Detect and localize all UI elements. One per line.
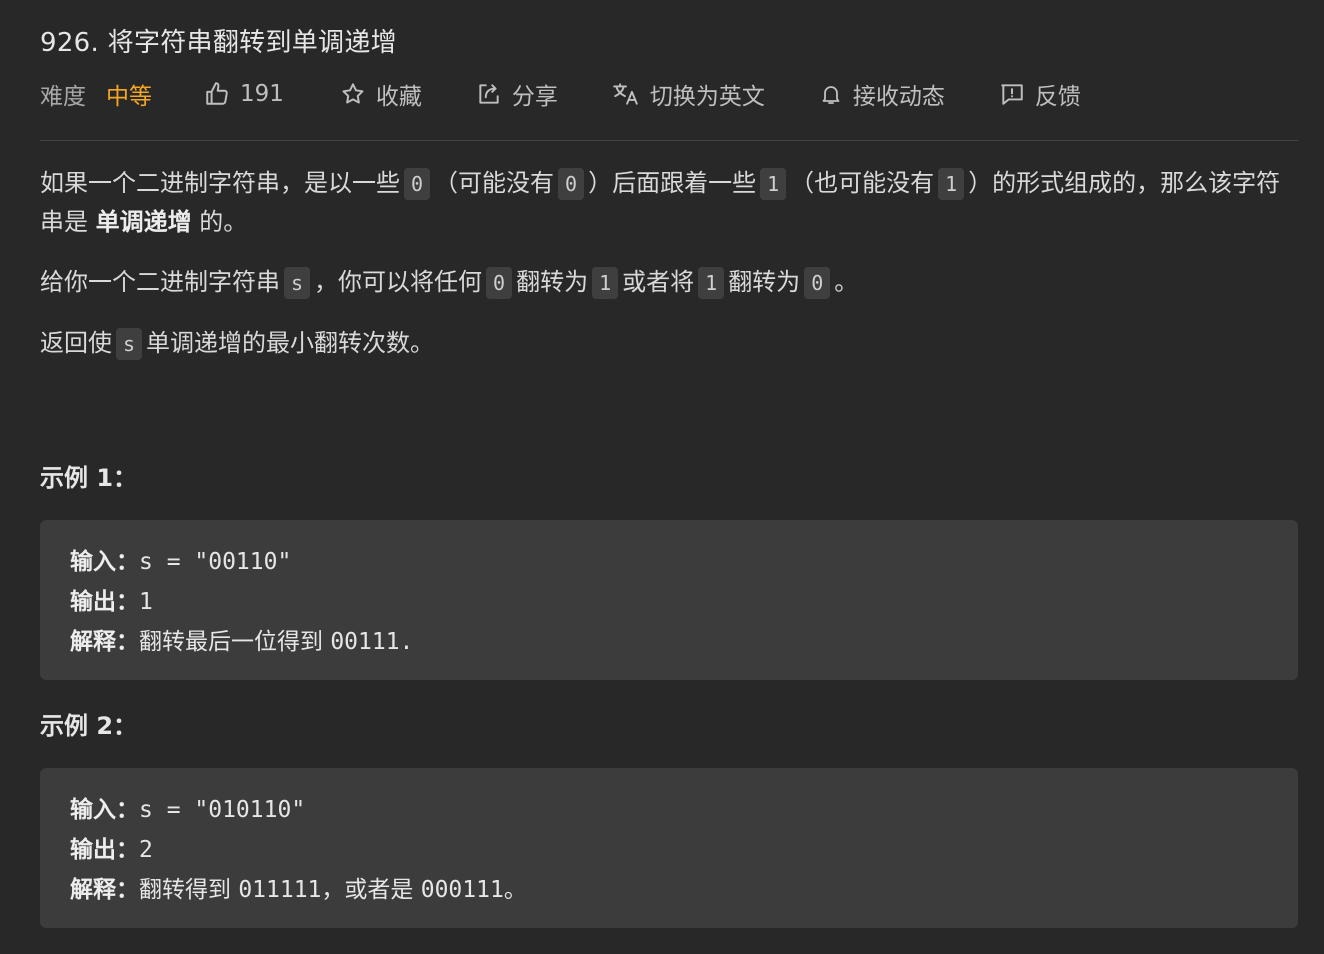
example-2-title: 示例 2： — [40, 712, 138, 740]
like-count: 191 — [240, 81, 284, 107]
text-span: 的。 — [199, 208, 248, 236]
difficulty-badge: 中等 — [106, 84, 152, 110]
inline-code: 0 — [404, 168, 431, 200]
text-span: 。 — [834, 268, 859, 296]
inline-code: s — [116, 328, 143, 360]
inline-code: 1 — [592, 267, 619, 299]
explain-label: 解释： — [70, 877, 139, 903]
subscribe-button[interactable]: 接收动态 — [819, 77, 945, 111]
problem-page: 926. 将字符串翻转到单调递增 难度 中等 191 收藏 分享 切换为英文 接… — [0, 0, 1324, 954]
text-span: （可能没有 — [434, 169, 555, 197]
input-label: 输入： — [70, 797, 139, 823]
emphasis-text: 单调递增 — [95, 208, 192, 236]
text-span: 单调递增的最小翻转次数。 — [146, 329, 435, 357]
example-explain-line: 解释：翻转得到 011111，或者是 000111。 — [70, 870, 1268, 910]
example-explain-line: 解释：翻转最后一位得到 00111. — [70, 622, 1268, 662]
problem-description: 如果一个二进制字符串，是以一些 0 （可能没有 0 ）后面跟着一些 1 （也可能没有 1 ）的形… — [40, 164, 1290, 363]
input-value: s = "010110" — [139, 797, 306, 823]
inline-code: 1 — [938, 168, 965, 200]
text-span: 给你一个二进制字符串 — [40, 268, 280, 296]
example-2-block: 输入：s = "010110" 输出：2 解释：翻转得到 011111，或者是 … — [40, 768, 1298, 928]
star-icon — [340, 81, 366, 107]
problem-toolbar: 难度 中等 191 收藏 分享 切换为英文 接收动态 反馈 — [40, 74, 1081, 114]
thumbs-up-icon — [204, 81, 230, 107]
description-paragraph-1: 如果一个二进制字符串，是以一些 0 （可能没有 0 ）后面跟着一些 1 （也可能没有 1 ）的形… — [40, 164, 1290, 241]
example-output-line: 输出：1 — [70, 582, 1268, 622]
translate-icon — [612, 81, 640, 107]
description-paragraph-3: 返回使 s 单调递增的最小翻转次数。 — [40, 324, 1290, 363]
explain-text-3: 。 — [503, 877, 527, 903]
example-output-line: 输出：2 — [70, 830, 1268, 870]
explain-code-2: 000111 — [420, 877, 504, 903]
subscribe-label: 接收动态 — [852, 84, 945, 110]
explain-code: 00111. — [330, 629, 414, 655]
header-divider — [40, 140, 1298, 141]
text-span: ，你可以将任何 — [314, 268, 483, 296]
share-button[interactable]: 分享 — [476, 77, 558, 111]
inline-code: 1 — [698, 267, 725, 299]
share-label: 分享 — [511, 84, 558, 110]
inline-code: 0 — [804, 267, 831, 299]
inline-code: 1 — [760, 168, 787, 200]
text-span: 翻转为 — [728, 268, 801, 296]
text-span: （也可能没有 — [790, 169, 935, 197]
page-title: 926. 将字符串翻转到单调递增 — [40, 28, 397, 58]
text-span: 或者将 — [622, 268, 695, 296]
example-input-line: 输入：s = "00110" — [70, 542, 1268, 582]
share-icon — [476, 81, 502, 107]
feedback-button[interactable]: 反馈 — [999, 77, 1081, 111]
output-value: 1 — [139, 589, 153, 615]
difficulty-label: 难度 — [40, 84, 86, 110]
favorite-label: 收藏 — [375, 84, 422, 110]
output-label: 输出： — [70, 589, 139, 615]
text-span: ）后面跟着一些 — [588, 169, 757, 197]
inline-code: s — [284, 267, 311, 299]
feedback-icon — [999, 81, 1025, 107]
text-span: 返回使 — [40, 329, 112, 357]
explain-text: 翻转得到 — [139, 877, 231, 903]
explain-text-2: ，或者是 — [321, 877, 414, 903]
inline-code: 0 — [558, 168, 585, 200]
output-value: 2 — [139, 837, 153, 863]
description-paragraph-2: 给你一个二进制字符串 s ，你可以将任何 0 翻转为 1 或者将 1 翻转为 0。 — [40, 263, 1290, 302]
example-1-block: 输入：s = "00110" 输出：1 解释：翻转最后一位得到 00111. — [40, 520, 1298, 680]
feedback-label: 反馈 — [1034, 84, 1081, 110]
like-button[interactable]: 191 — [204, 81, 284, 107]
inline-code: 0 — [486, 267, 513, 299]
bell-icon — [819, 81, 843, 107]
explain-text: 翻转最后一位得到 — [139, 629, 323, 655]
explain-code: 011111 — [238, 877, 322, 903]
explain-label: 解释： — [70, 629, 139, 655]
input-value: s = "00110" — [139, 549, 292, 575]
translate-button[interactable]: 切换为英文 — [612, 77, 765, 111]
output-label: 输出： — [70, 837, 139, 863]
translate-label: 切换为英文 — [649, 84, 765, 110]
favorite-button[interactable]: 收藏 — [340, 77, 422, 111]
input-label: 输入： — [70, 549, 139, 575]
text-span: 如果一个二进制字符串，是以一些 — [40, 169, 400, 197]
example-input-line: 输入：s = "010110" — [70, 790, 1268, 830]
example-1-title: 示例 1： — [40, 464, 138, 492]
text-span: 翻转为 — [516, 268, 589, 296]
